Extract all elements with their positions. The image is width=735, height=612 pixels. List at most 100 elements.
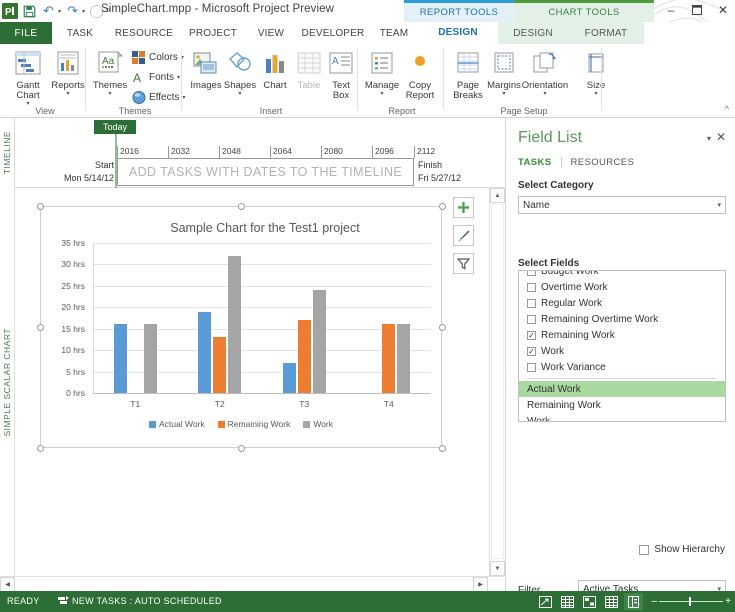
chart-object[interactable]: Sample Chart for the Test1 project 0 hrs… xyxy=(37,203,446,452)
tab-tasks[interactable]: TASKS xyxy=(518,157,552,168)
zoom-in-button[interactable]: + xyxy=(725,596,731,607)
tab-resources[interactable]: RESOURCES xyxy=(571,157,635,168)
zoom-slider-thumb[interactable] xyxy=(689,597,692,606)
fonts-button[interactable]: A Fonts ▾ xyxy=(132,69,180,86)
field-row[interactable]: ✓ Remaining Work xyxy=(519,327,725,343)
status-new-tasks[interactable]: NEW TASKS : AUTO SCHEDULED xyxy=(72,596,222,606)
checkbox-icon[interactable] xyxy=(527,282,536,292)
tab-developer[interactable]: DEVELOPER xyxy=(296,22,370,44)
tab-resource[interactable]: RESOURCE xyxy=(108,22,180,44)
reports-caret-icon[interactable]: ▾ xyxy=(66,91,69,97)
chart-bar[interactable] xyxy=(282,363,296,393)
field-row[interactable]: Regular Work xyxy=(519,295,725,311)
checkbox-checked-icon[interactable]: ✓ xyxy=(527,330,536,340)
field-row[interactable]: Remaining Overtime Work xyxy=(519,311,725,327)
resource-sheet-view-button[interactable] xyxy=(602,593,621,610)
chart-bar[interactable] xyxy=(297,320,311,393)
minimize-button[interactable]: – xyxy=(663,1,679,19)
report-canvas[interactable]: Sample Chart for the Test1 project 0 hrs… xyxy=(15,188,488,576)
field-row[interactable]: Work Variance xyxy=(519,359,725,375)
checkbox-icon[interactable] xyxy=(527,314,536,324)
chart-title[interactable]: Sample Chart for the Test1 project xyxy=(41,221,441,235)
field-list-menu-icon[interactable]: ▾ xyxy=(707,134,711,143)
chart-bar[interactable] xyxy=(228,255,242,393)
checkbox-icon[interactable] xyxy=(527,362,536,372)
checkbox-icon[interactable] xyxy=(527,298,536,308)
chart-elements-button[interactable] xyxy=(453,197,474,218)
restore-button[interactable] xyxy=(689,1,705,19)
orientation-button[interactable]: Orientation ▾ xyxy=(516,47,574,97)
margins-caret-icon[interactable]: ▾ xyxy=(502,91,505,97)
copy-report-button[interactable]: Copy Report xyxy=(398,47,442,101)
shapes-caret-icon[interactable]: ▾ xyxy=(238,91,241,97)
chart-bar[interactable] xyxy=(213,337,227,393)
vertical-scrollbar[interactable]: ▲ ▼ xyxy=(489,188,505,576)
tab-task[interactable]: TASK xyxy=(52,22,108,44)
selected-field-row[interactable]: Actual Work xyxy=(519,381,725,397)
zoom-control[interactable]: – + xyxy=(652,596,731,607)
team-planner-view-button[interactable] xyxy=(580,593,599,610)
chart-legend-item[interactable]: Work xyxy=(303,419,333,429)
fonts-caret-icon[interactable]: ▾ xyxy=(177,74,180,81)
chart-bar[interactable] xyxy=(143,324,157,393)
field-row[interactable]: Overtime Work xyxy=(519,279,725,295)
show-hierarchy-checkbox[interactable] xyxy=(639,544,650,555)
select-category-dropdown[interactable]: Name ▾ xyxy=(518,196,726,214)
timeline-vertical-label[interactable]: TIMELINE xyxy=(0,118,15,188)
reports-button[interactable]: Reports ▾ xyxy=(46,47,90,97)
gantt-chart-button[interactable]: Gantt Chart ▾ xyxy=(6,47,50,107)
tab-team[interactable]: TEAM xyxy=(370,22,418,44)
effects-button[interactable]: Effects ▾ xyxy=(132,89,185,106)
tab-chart-format[interactable]: FORMAT xyxy=(568,22,644,44)
size-button[interactable]: Size ▾ xyxy=(574,47,618,97)
chart-legend-item[interactable]: Actual Work xyxy=(148,419,205,429)
checkbox-checked-icon[interactable]: ✓ xyxy=(527,346,536,356)
field-checkbox-rows[interactable]: Budget Work Overtime Work Regular Work Rema… xyxy=(519,271,725,375)
tab-file[interactable]: FILE xyxy=(0,22,52,44)
chart-bar[interactable] xyxy=(397,324,411,393)
tab-project[interactable]: PROJECT xyxy=(180,22,246,44)
chart-bar[interactable] xyxy=(113,324,127,393)
field-list-close-icon[interactable]: ✕ xyxy=(716,130,726,144)
show-hierarchy-row[interactable]: Show Hierarchy xyxy=(639,544,725,555)
colors-button[interactable]: Colors ▾ xyxy=(132,49,184,66)
task-usage-view-button[interactable] xyxy=(558,593,577,610)
timeline-drop-area[interactable]: ADD TASKS WITH DATES TO THE TIMELINE xyxy=(117,158,414,186)
scroll-up-button[interactable]: ▲ xyxy=(490,188,505,203)
chevron-down-icon[interactable]: ▾ xyxy=(717,201,721,209)
manage-caret-icon[interactable]: ▾ xyxy=(380,91,383,97)
gantt-view-button[interactable] xyxy=(536,593,555,610)
selected-field-row[interactable]: Remaining Work xyxy=(519,397,725,413)
scroll-down-button[interactable]: ▼ xyxy=(490,561,505,576)
vertical-scroll-track[interactable] xyxy=(491,204,504,559)
scroll-right-button[interactable]: ▶ xyxy=(473,577,488,592)
checkbox-icon[interactable] xyxy=(527,271,536,276)
horizontal-scrollbar[interactable]: ◀ ▶ xyxy=(0,576,504,592)
selected-field-row[interactable]: Work xyxy=(519,413,725,422)
field-row[interactable]: Budget Work xyxy=(519,271,725,279)
chart-bar[interactable] xyxy=(312,290,326,393)
chart-filters-button[interactable] xyxy=(453,253,474,274)
view-vertical-label[interactable]: SIMPLE SCALAR CHART xyxy=(0,188,15,576)
chart-bar[interactable] xyxy=(382,324,396,393)
scroll-left-button[interactable]: ◀ xyxy=(0,577,15,592)
tab-report-design[interactable]: DESIGN xyxy=(418,22,498,44)
themes-button[interactable]: Aa Themes ▾ xyxy=(88,47,132,97)
selected-field-rows[interactable]: Actual Work Remaining Work Work xyxy=(519,381,725,422)
tab-view[interactable]: VIEW xyxy=(246,22,296,44)
field-row[interactable]: ✓ Work xyxy=(519,343,725,359)
chart-legend-item[interactable]: Remaining Work xyxy=(217,419,290,429)
close-button[interactable]: ✕ xyxy=(715,1,731,19)
themes-caret-icon[interactable]: ▾ xyxy=(108,91,111,97)
zoom-out-button[interactable]: – xyxy=(652,596,658,607)
chart-legend[interactable]: Actual Work Remaining Work Work xyxy=(41,419,441,429)
tab-chart-design[interactable]: DESIGN xyxy=(498,22,568,44)
size-caret-icon[interactable]: ▾ xyxy=(594,91,597,97)
orientation-caret-icon[interactable]: ▾ xyxy=(543,91,546,97)
select-fields-list[interactable]: Budget Work Overtime Work Regular Work Rema… xyxy=(518,270,726,422)
report-view-button[interactable] xyxy=(623,593,643,610)
collapse-ribbon-icon[interactable]: ^ xyxy=(725,104,729,114)
chart-bar[interactable] xyxy=(198,311,212,393)
chart-styles-button[interactable] xyxy=(453,225,474,246)
zoom-slider[interactable] xyxy=(659,597,724,606)
